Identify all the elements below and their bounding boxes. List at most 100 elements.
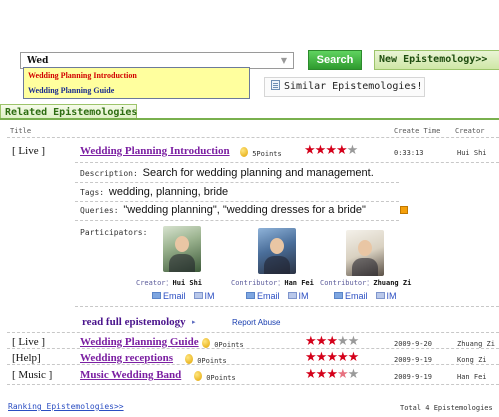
divider (75, 162, 499, 163)
points-value: 5Points (252, 150, 282, 158)
similar-epistemologies-button[interactable]: Similar Epistemologies! (264, 77, 425, 97)
column-header-title[interactable]: Title (10, 127, 31, 135)
participators-label: Participators: (80, 228, 148, 237)
email-link[interactable]: Email (345, 291, 368, 301)
row-time: 0:33:13 (394, 149, 424, 157)
star-icon: ★ (304, 143, 316, 158)
queries-row: Queries: "wedding planning", "wedding dr… (80, 204, 366, 216)
row-points: 0Points (194, 371, 236, 382)
column-header-create-time[interactable]: Create Time (394, 127, 440, 135)
avatar[interactable] (346, 230, 384, 276)
role-text: Creator： (136, 279, 173, 287)
role-text: Contributor： (320, 279, 374, 287)
avatar[interactable] (258, 228, 296, 274)
contact-links: Email IM (246, 291, 309, 301)
similar-label: Similar Epistemologies! (284, 81, 423, 92)
star-icon: ★ (347, 350, 360, 365)
star-icon: ★ (326, 350, 338, 365)
participant-name[interactable]: Hui Shi (173, 279, 203, 287)
contact-links: Email IM (152, 291, 215, 301)
orange-badge-icon[interactable] (400, 206, 408, 214)
description-label: Description: (80, 169, 138, 178)
star-icon: ★ (347, 334, 360, 349)
coin-icon (202, 338, 210, 348)
row-title-link[interactable]: Music Wedding Band (80, 369, 181, 381)
im-icon[interactable] (287, 292, 297, 299)
queries-value: "wedding planning", "wedding dresses for… (123, 204, 366, 216)
star-icon: ★ (305, 334, 317, 349)
row-title-link[interactable]: Wedding Planning Introduction (80, 145, 230, 157)
row-type: [ Live ] (12, 336, 45, 348)
row-creator[interactable]: Han Fei (457, 373, 487, 381)
rating-stars: ★★★★★ (304, 143, 359, 158)
row-creator[interactable]: Zhuang Zi (457, 340, 495, 348)
row-creator[interactable]: Hui Shi (457, 149, 487, 157)
row-time: 2009-9-19 (394, 356, 432, 364)
im-link[interactable]: IM (387, 291, 397, 301)
coin-icon (194, 371, 202, 381)
star-icon: ★ (305, 350, 317, 365)
column-header-creator[interactable]: Creator (455, 127, 485, 135)
row-time: 2009-9-19 (394, 373, 432, 381)
email-icon[interactable] (246, 292, 255, 299)
divider (7, 137, 499, 138)
email-icon[interactable] (334, 292, 343, 299)
participant-name[interactable]: Zhuang Zi (373, 279, 411, 287)
email-icon[interactable] (152, 292, 161, 299)
tags-label: Tags: (80, 188, 105, 197)
description-row: Description: Search for wedding planning… (80, 167, 374, 179)
search-button[interactable]: Search (308, 50, 362, 70)
im-icon[interactable] (193, 292, 203, 299)
ranking-link[interactable]: Ranking Epistemologies>> (8, 402, 124, 411)
star-icon: ★ (336, 367, 349, 382)
tags-row: Tags: wedding, planning, bride (80, 186, 228, 198)
divider (75, 220, 399, 221)
star-icon: ★ (326, 334, 338, 349)
avatar[interactable] (163, 226, 201, 272)
star-icon: ★ (347, 367, 360, 382)
im-icon[interactable] (375, 292, 385, 299)
divider (7, 348, 499, 349)
divider (75, 306, 499, 307)
chevron-down-icon[interactable]: ▼ (278, 54, 290, 67)
email-link[interactable]: Email (163, 291, 186, 301)
chevron-right-icon: ▸ (192, 318, 196, 326)
total-count: Total 4 Epistemologies (400, 404, 493, 412)
star-icon: ★ (315, 334, 328, 349)
tags-value: wedding, planning, bride (108, 186, 229, 198)
participant-name[interactable]: Han Fei (284, 279, 314, 287)
document-icon (271, 80, 280, 90)
row-title-link[interactable]: Wedding receptions (80, 352, 173, 364)
autocomplete-list: Wedding Planning Introduction Wedding Pl… (23, 67, 250, 99)
section-divider (0, 118, 499, 120)
participant-role: Contributor：Zhuang Zi (320, 278, 411, 288)
row-time: 2009-9-20 (394, 340, 432, 348)
read-full-link[interactable]: read full epistemology (82, 316, 186, 328)
im-link[interactable]: IM (205, 291, 215, 301)
search-input[interactable] (23, 53, 273, 68)
report-abuse-link[interactable]: Report Abuse (232, 318, 280, 327)
rating-stars: ★★★★★ (305, 334, 360, 349)
im-link[interactable]: IM (299, 291, 309, 301)
autocomplete-item[interactable]: Wedding Planning Guide (24, 84, 249, 98)
row-creator[interactable]: Kong Zi (457, 356, 487, 364)
divider (75, 182, 399, 183)
participant-role: Contributor：Han Fei (231, 278, 314, 288)
row-title-link[interactable]: Wedding Planning Guide (80, 336, 199, 348)
star-icon: ★ (336, 350, 349, 365)
row-type: [ Live ] (12, 145, 45, 157)
role-text: Contributor： (231, 279, 285, 287)
star-icon: ★ (305, 367, 317, 382)
star-icon: ★ (326, 367, 338, 382)
queries-label: Queries: (80, 206, 119, 215)
email-link[interactable]: Email (257, 291, 280, 301)
contact-links: Email IM (334, 291, 397, 301)
coin-icon (185, 354, 193, 364)
divider (7, 364, 499, 365)
autocomplete-item[interactable]: Wedding Planning Introduction (24, 69, 249, 83)
star-icon: ★ (325, 143, 337, 158)
coin-icon (240, 147, 248, 157)
rating-stars: ★★★★★ (305, 350, 360, 365)
star-icon: ★ (346, 143, 359, 158)
new-epistemology-button[interactable]: New Epistemology>> (374, 50, 499, 70)
